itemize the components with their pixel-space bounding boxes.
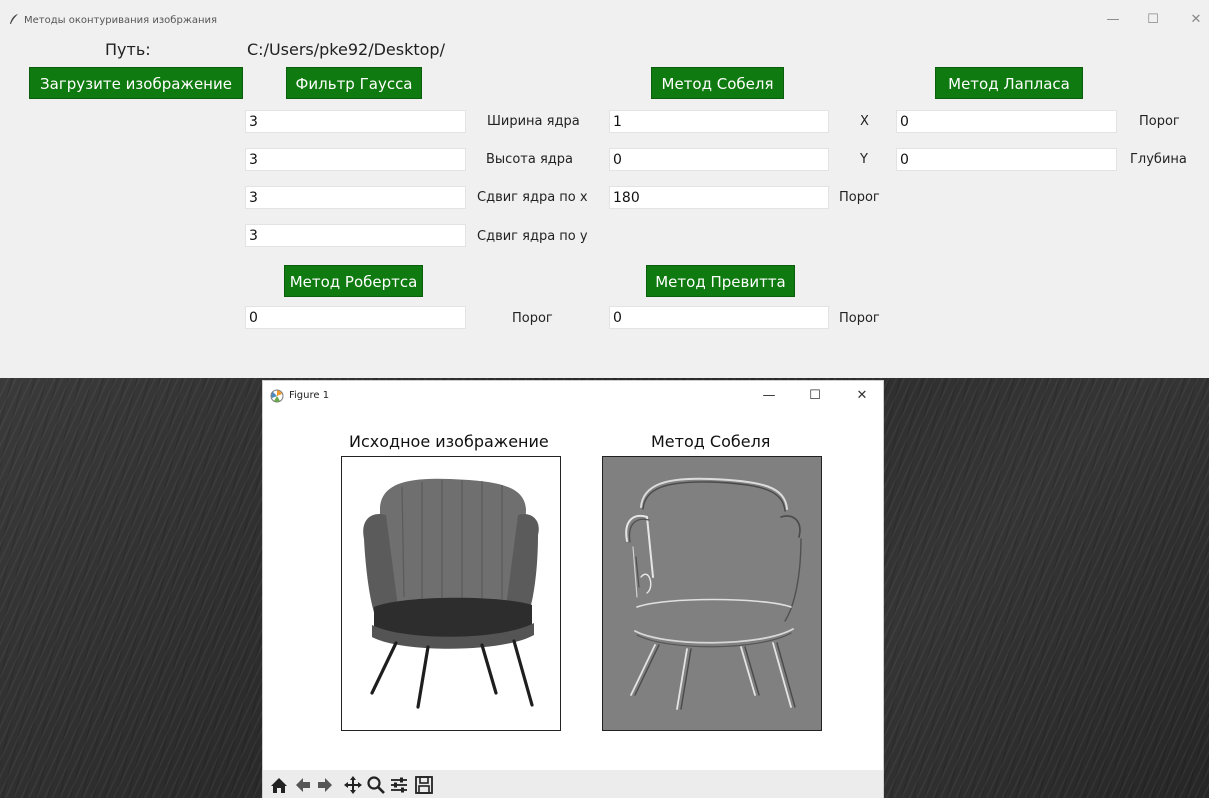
laplace-method-button[interactable]: Метод Лапласа — [935, 67, 1083, 99]
path-label: Путь: — [105, 40, 151, 59]
minimize-button[interactable]: — — [1103, 10, 1123, 30]
laplace-threshold-label: Порог — [1139, 114, 1180, 129]
laplace-threshold-input[interactable]: 0 — [896, 110, 1117, 133]
sobel-threshold-input[interactable]: 180 — [609, 186, 829, 209]
app-window: Методы оконтуривания изобржания — ☐ ✕ Пу… — [0, 0, 1209, 798]
matplotlib-icon — [270, 389, 284, 403]
figure-close-button[interactable]: ✕ — [852, 386, 872, 406]
title-bar: Методы оконтуривания изобржания — ☐ ✕ — [0, 0, 1209, 38]
figure-title-bar: Figure 1 — ☐ ✕ — [263, 381, 883, 411]
sobel-edge-image — [625, 477, 802, 710]
home-icon[interactable] — [269, 775, 289, 795]
gauss-height-label: Высота ядра — [486, 152, 573, 167]
zoom-icon[interactable] — [366, 775, 386, 795]
forward-arrow-icon[interactable] — [315, 775, 335, 795]
sobel-x-label: X — [860, 114, 869, 129]
gauss-shift-y-label: Сдвиг ядра по у — [477, 229, 588, 244]
figure-toolbar — [263, 770, 883, 798]
sobel-threshold-label: Порог — [839, 190, 880, 205]
sobel-x-input[interactable]: 1 — [609, 110, 829, 133]
path-value: C:/Users/pke92/Desktop/ — [247, 40, 445, 59]
sobel-method-button[interactable]: Метод Собеля — [651, 67, 784, 99]
back-arrow-icon[interactable] — [293, 775, 313, 795]
roberts-threshold-input[interactable]: 0 — [245, 306, 466, 329]
load-image-button[interactable]: Загрузите изображение — [29, 67, 243, 99]
prewitt-method-button[interactable]: Метод Превитта — [646, 265, 795, 297]
gauss-shift-x-input[interactable]: 3 — [245, 186, 466, 209]
save-icon[interactable] — [414, 775, 434, 795]
laplace-depth-label: Глубина — [1130, 152, 1187, 167]
original-image-title: Исходное изображение — [349, 432, 549, 451]
figure-maximize-button[interactable]: ☐ — [805, 386, 825, 406]
chair-image — [363, 478, 539, 709]
maximize-button[interactable]: ☐ — [1143, 10, 1163, 30]
gauss-height-input[interactable]: 3 — [245, 148, 466, 171]
gauss-shift-y-input[interactable]: 3 — [245, 224, 466, 247]
gauss-width-input[interactable]: 3 — [245, 110, 466, 133]
gauss-shift-x-label: Сдвиг ядра по х — [477, 190, 588, 205]
sobel-y-label: Y — [860, 152, 868, 167]
sobel-y-input[interactable]: 0 — [609, 148, 829, 171]
figure-window: Figure 1 — ☐ ✕ Исходное изображение Мето… — [262, 380, 884, 798]
sobel-image-axes — [602, 456, 822, 731]
laplace-depth-input[interactable]: 0 — [896, 148, 1117, 171]
close-button[interactable]: ✕ — [1186, 10, 1206, 30]
prewitt-threshold-label: Порог — [839, 311, 880, 326]
roberts-method-button[interactable]: Метод Робертса — [284, 265, 423, 297]
gauss-width-label: Ширина ядра — [487, 114, 580, 129]
pan-icon[interactable] — [343, 775, 363, 795]
roberts-threshold-label: Порог — [512, 311, 553, 326]
window-title: Методы оконтуривания изобржания — [24, 15, 218, 26]
sobel-image-title: Метод Собеля — [651, 432, 771, 451]
feather-icon — [10, 14, 18, 24]
prewitt-threshold-input[interactable]: 0 — [609, 306, 829, 329]
original-image-axes — [341, 456, 561, 731]
configure-subplots-icon[interactable] — [389, 775, 409, 795]
figure-minimize-button[interactable]: — — [759, 386, 779, 406]
figure-title: Figure 1 — [289, 390, 330, 401]
gauss-filter-button[interactable]: Фильтр Гаусса — [286, 67, 422, 99]
